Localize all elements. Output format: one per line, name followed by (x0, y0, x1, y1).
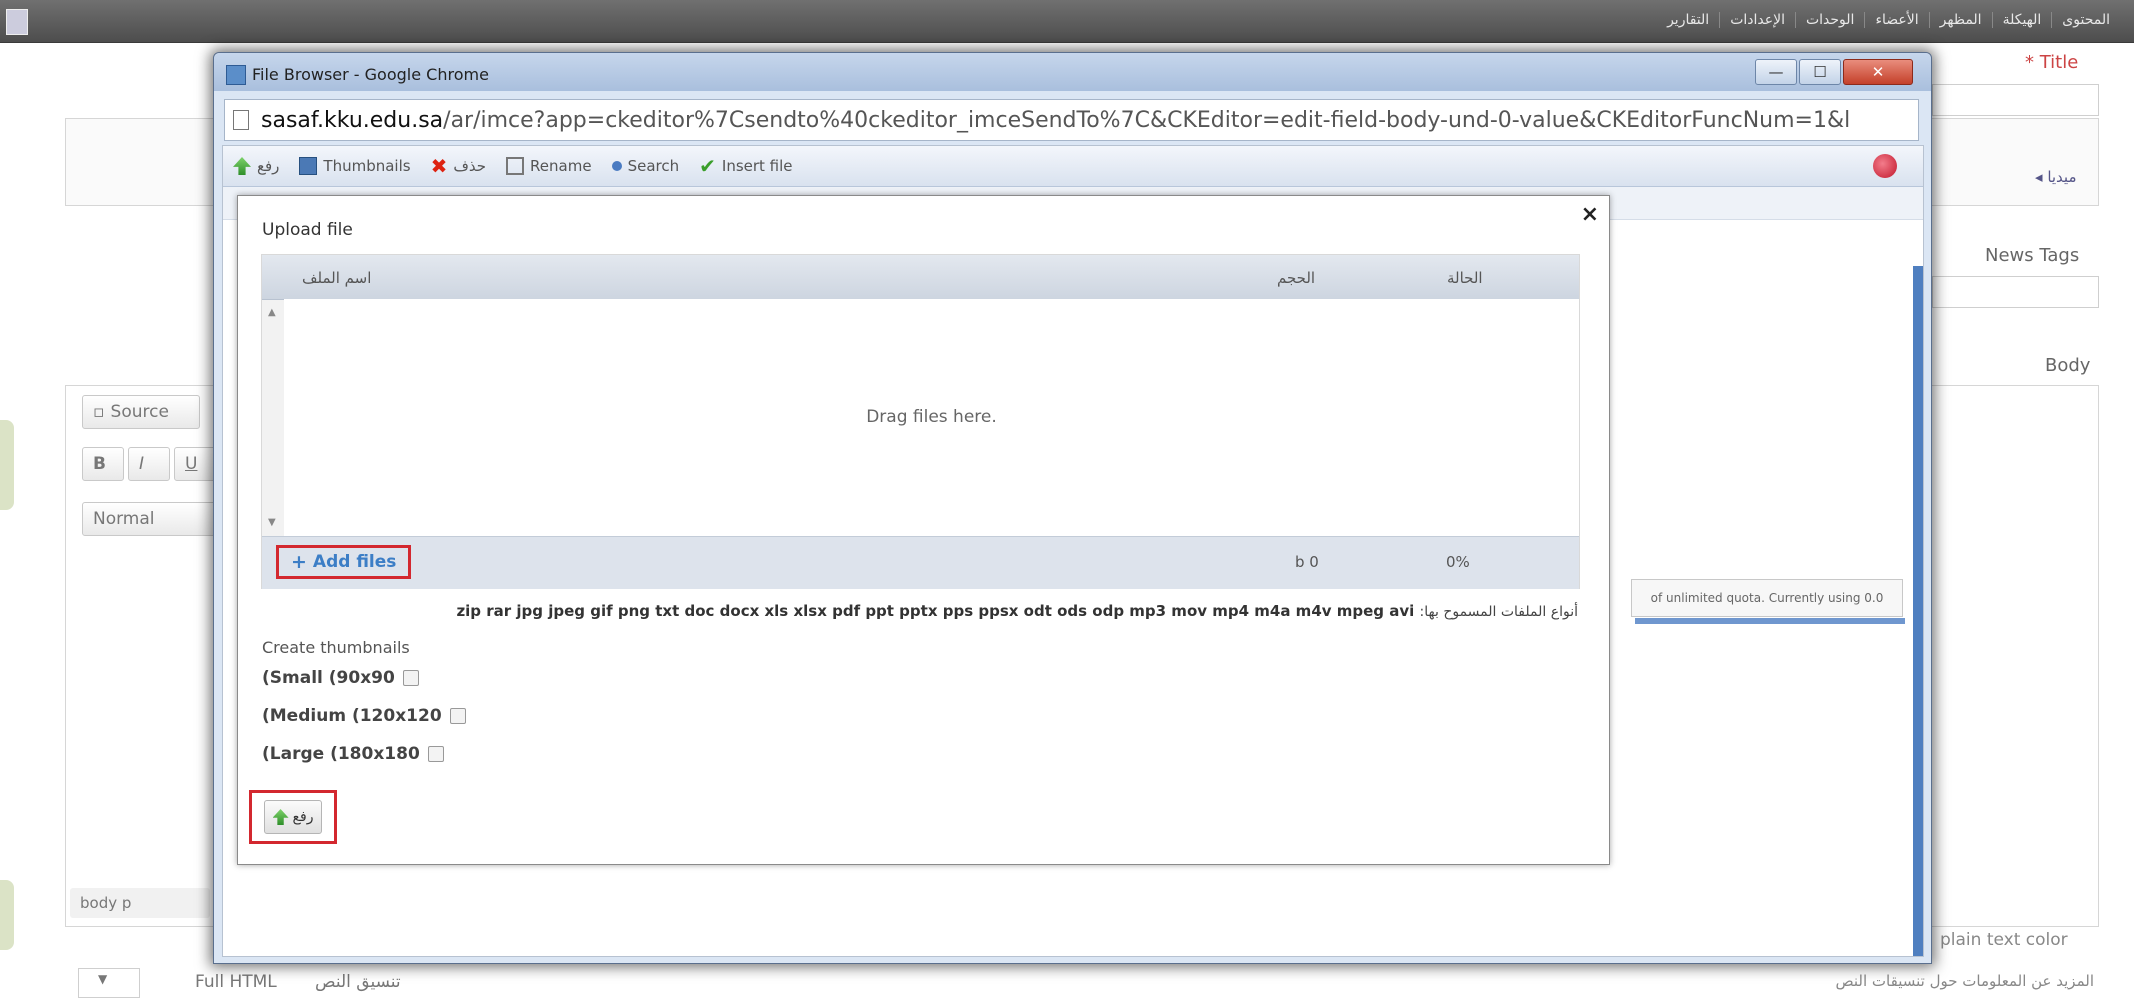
upload-tool[interactable]: رفع (233, 157, 279, 175)
insert-file-tool[interactable]: ✔ Insert file (699, 154, 792, 178)
thumb-option-small: (Small (90x90 (262, 668, 419, 688)
close-button[interactable]: ✕ (1843, 59, 1913, 85)
url-path: /ar/imce?app=ckeditor%7Csendto%40ckedito… (443, 107, 1851, 133)
admin-menu-item[interactable]: الإعدادات (1719, 12, 1795, 28)
upload-button[interactable]: رفع (264, 800, 322, 834)
title-label: * Title (2025, 52, 2079, 73)
app-icon (226, 65, 246, 85)
allowed-extensions: أنواع الملفات المسموح بها: zip rar jpg j… (261, 602, 1578, 620)
drop-zone[interactable]: Drag files here. (284, 299, 1579, 536)
decoration (0, 880, 14, 950)
allowed-extensions-label: أنواع الملفات المسموح بها: (1419, 604, 1578, 620)
address-bar[interactable]: sasaf.kku.edu.sa/ar/imce?app=ckeditor%7C… (224, 99, 1919, 141)
page-icon (233, 110, 249, 130)
text-format-label: تنسيق النص (315, 972, 401, 992)
upload-icon (272, 809, 289, 825)
source-icon: ▫ (93, 402, 105, 422)
thumbnails-heading: Create thumbnails (262, 638, 410, 657)
upload-dialog: × Upload file اسم الملف الحجم الحالة ▲ D… (237, 195, 1610, 865)
more-info-link[interactable]: المزيد عن المعلومات حول تنسيقات النص (1836, 972, 2094, 990)
admin-menu-item[interactable]: الوحدات (1794, 12, 1864, 28)
window-title: File Browser - Google Chrome (252, 65, 489, 84)
url-host: sasaf.kku.edu.sa (261, 107, 444, 133)
thumb-small-checkbox[interactable] (402, 670, 419, 686)
admin-menu-item[interactable]: المظهر (1928, 12, 1992, 28)
imce-toolbar: رفع Thumbnails ✖ حذف Rename Search ✔ Ins… (223, 146, 1923, 187)
plus-icon: + (291, 551, 307, 573)
minimize-button[interactable]: — (1755, 59, 1797, 85)
check-icon: ✔ (699, 154, 716, 178)
format-select[interactable]: Normal (82, 502, 222, 536)
table-footer: + Add files b 0 0% (262, 536, 1579, 589)
thumb-option-medium: (Medium (120x120 (262, 706, 466, 726)
dialog-title: Upload file (262, 220, 353, 240)
thumbnails-tool[interactable]: Thumbnails (299, 157, 411, 175)
decoration (0, 420, 14, 510)
home-icon[interactable] (6, 9, 28, 35)
upload-button-highlight: رفع (249, 790, 337, 844)
scroll-down-icon[interactable]: ▼ (268, 517, 276, 528)
admin-menu-item[interactable]: الهيكلة (1991, 12, 2052, 28)
table-header: اسم الملف الحجم الحالة (262, 255, 1579, 300)
element-path[interactable]: body p (70, 888, 210, 918)
close-icon[interactable]: × (1581, 202, 1599, 227)
admin-toolbar: المحتوى الهيكلة المظهر الأعضاء الوحدات ا… (0, 0, 2134, 43)
italic-button[interactable]: I (128, 447, 170, 481)
scrollbar[interactable] (1913, 266, 1923, 956)
column-header-size: الحجم (1277, 269, 1316, 287)
total-percent: 0% (1446, 553, 1470, 571)
admin-menu: المحتوى الهيكلة المظهر الأعضاء الوحدات ا… (1657, 12, 2120, 28)
thumb-option-large: (Large (180x180 (262, 744, 444, 764)
source-button[interactable]: ▫ Source (82, 395, 200, 429)
scroll-up-icon[interactable]: ▲ (268, 307, 276, 318)
total-size: b 0 (1295, 553, 1319, 571)
column-header-status: الحالة (1447, 269, 1483, 287)
media-toggle[interactable]: ◂ ميديا (2035, 168, 2077, 186)
admin-menu-item[interactable]: التقارير (1657, 12, 1719, 28)
bold-button[interactable]: B (82, 447, 124, 481)
maximize-button[interactable]: ☐ (1799, 59, 1841, 85)
plain-text-color-link[interactable]: plain text color (1940, 930, 2068, 950)
search-tool[interactable]: Search (611, 157, 679, 175)
delete-tool[interactable]: ✖ حذف (430, 154, 486, 178)
title-field[interactable] (1932, 84, 2099, 116)
body-label: Body (2045, 355, 2091, 376)
delete-icon: ✖ (430, 154, 448, 178)
window-titlebar[interactable]: File Browser - Google Chrome — ☐ ✕ (214, 53, 1931, 91)
thumb-medium-checkbox[interactable] (449, 708, 466, 724)
add-files-button[interactable]: + Add files (276, 545, 412, 579)
thumb-large-checkbox[interactable] (427, 746, 444, 762)
quota-bar (1635, 618, 1905, 624)
help-icon[interactable] (1873, 154, 1897, 178)
news-tags-label: News Tags (1985, 245, 2080, 266)
underline-button[interactable]: U (174, 447, 216, 481)
file-queue-table: اسم الملف الحجم الحالة ▲ Drag files here… (261, 254, 1580, 589)
quota-text: of unlimited quota. Currently using 0.0 (1631, 579, 1903, 617)
thumbnails-icon (299, 157, 318, 175)
upload-icon (233, 157, 251, 175)
chevron-down-icon: ▼ (98, 972, 108, 986)
text-format-select[interactable] (78, 968, 140, 998)
search-icon (611, 161, 622, 171)
allowed-extensions-list: zip rar jpg jpeg gif png txt doc docx xl… (456, 602, 1415, 620)
column-header-name: اسم الملف (302, 269, 372, 287)
text-format-value: Full HTML (195, 972, 277, 992)
admin-menu-item[interactable]: المحتوى (2051, 12, 2120, 28)
admin-menu-item[interactable]: الأعضاء (1864, 12, 1928, 28)
news-tags-field[interactable] (1932, 276, 2099, 308)
drop-hint: Drag files here. (866, 407, 997, 427)
rename-icon (506, 157, 525, 175)
rename-tool[interactable]: Rename (506, 157, 592, 175)
